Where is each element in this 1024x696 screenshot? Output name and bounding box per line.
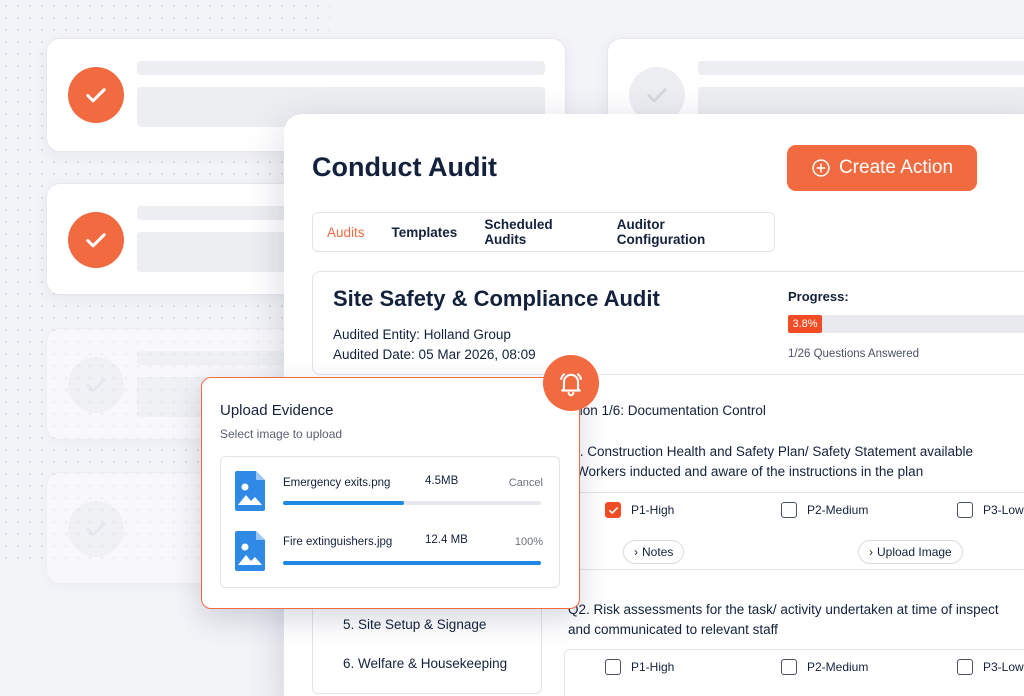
checkbox-checked[interactable] [605,502,621,518]
option-label: P1-High [631,503,675,517]
option-p3-low[interactable]: P3-Low [957,502,1024,518]
tab-auditor-configuration[interactable]: Auditor Configuration [617,217,747,247]
upload-subtitle: Select image to upload [220,427,343,441]
upload-title: Upload Evidence [220,402,334,419]
tab-templates[interactable]: Templates [392,225,458,240]
file-list: Emergency exits.png 4.5MB Cancel Fire ex… [220,456,560,588]
checkbox[interactable] [781,502,797,518]
checkbox[interactable] [605,659,621,675]
page-title: Conduct Audit [312,152,497,182]
option-label: P2-Medium [807,503,869,517]
skeleton-line [137,61,545,75]
upload-progress-bar [283,561,541,565]
image-file-icon [235,471,265,511]
upload-progress-fill [283,561,541,565]
image-file-icon [235,531,265,571]
tab-scheduled-audits[interactable]: Scheduled Audits [484,217,589,247]
question-1-line-1: I. Construction Health and Safety Plan/ … [576,444,973,459]
progress-label: Progress: [788,289,849,304]
file-size: 12.4 MB [425,534,468,546]
check-icon [68,501,124,557]
audited-entity: Audited Entity: Holland Group [333,327,511,342]
bell-icon[interactable] [543,355,599,411]
upload-image-label: Upload Image [877,545,952,559]
progress-fill: 3.8% [788,315,822,333]
audited-date: Audited Date: 05 Mar 2026, 08:09 [333,347,536,362]
option-p1-high[interactable]: P1-High [605,659,674,675]
questions-answered: 1/26 Questions Answered [788,348,920,360]
upload-evidence-dialog: Upload Evidence Select image to upload E… [201,377,580,609]
question-2-line-2: and communicated to relevant staff [568,622,778,637]
option-label: P2-Medium [807,660,869,674]
option-p2-medium[interactable]: P2-Medium [781,659,868,675]
create-action-label: Create Action [838,157,954,178]
option-p2-medium[interactable]: P2-Medium [781,502,868,518]
check-icon [68,212,124,268]
progress-bar: 3.8% [788,315,1024,333]
question-2-line-1: Q2. Risk assessments for the task/ activ… [568,602,999,617]
section-title: tion 1/6: Documentation Control [576,403,766,418]
section-list: 5. Site Setup & Signage 6. Welfare & Hou… [312,602,542,694]
checkbox[interactable] [957,502,973,518]
file-name: Emergency exits.png [283,477,391,489]
question-1-line-2: Workers inducted and aware of the instru… [576,464,924,479]
cancel-upload-button[interactable]: Cancel [509,477,543,489]
file-name: Fire extinguishers.jpg [283,536,393,548]
audit-title: Site Safety & Compliance Audit [333,286,660,311]
chevron-right-icon: › [634,545,638,559]
section-item[interactable]: 6. Welfare & Housekeeping [343,656,507,671]
option-label: P1-High [631,660,675,674]
checkbox[interactable] [781,659,797,675]
file-size: 4.5MB [425,475,459,487]
upload-status: 100% [514,536,543,548]
option-p3-low[interactable]: P3-Low [957,659,1024,675]
checkbox[interactable] [957,659,973,675]
skeleton-line [698,61,1024,75]
create-action-button[interactable]: Create Action [787,145,977,191]
check-icon [68,357,124,413]
upload-progress-fill [283,501,405,505]
upload-progress-bar [283,501,541,505]
section-item[interactable]: 5. Site Setup & Signage [343,617,486,632]
option-label: P3-Low [983,503,1024,517]
audit-summary-card: Site Safety & Compliance Audit Audited E… [312,271,1024,375]
notes-label: Notes [642,545,674,559]
upload-image-button[interactable]: › Upload Image [858,540,963,564]
option-label: P3-Low [983,660,1024,674]
option-p1-high[interactable]: P1-High [605,502,674,518]
tab-audits[interactable]: Audits [327,225,365,240]
question-1-options: P1-High P2-Medium P3-Low › Notes › Uploa… [564,492,1024,570]
chevron-right-icon: › [869,545,873,559]
plus-circle-icon [812,159,830,177]
check-icon [68,67,124,123]
question-2-options: P1-High P2-Medium P3-Low [564,649,1024,696]
tab-bar: Audits Templates Scheduled Audits Audito… [312,212,775,252]
notes-button[interactable]: › Notes [623,540,685,564]
